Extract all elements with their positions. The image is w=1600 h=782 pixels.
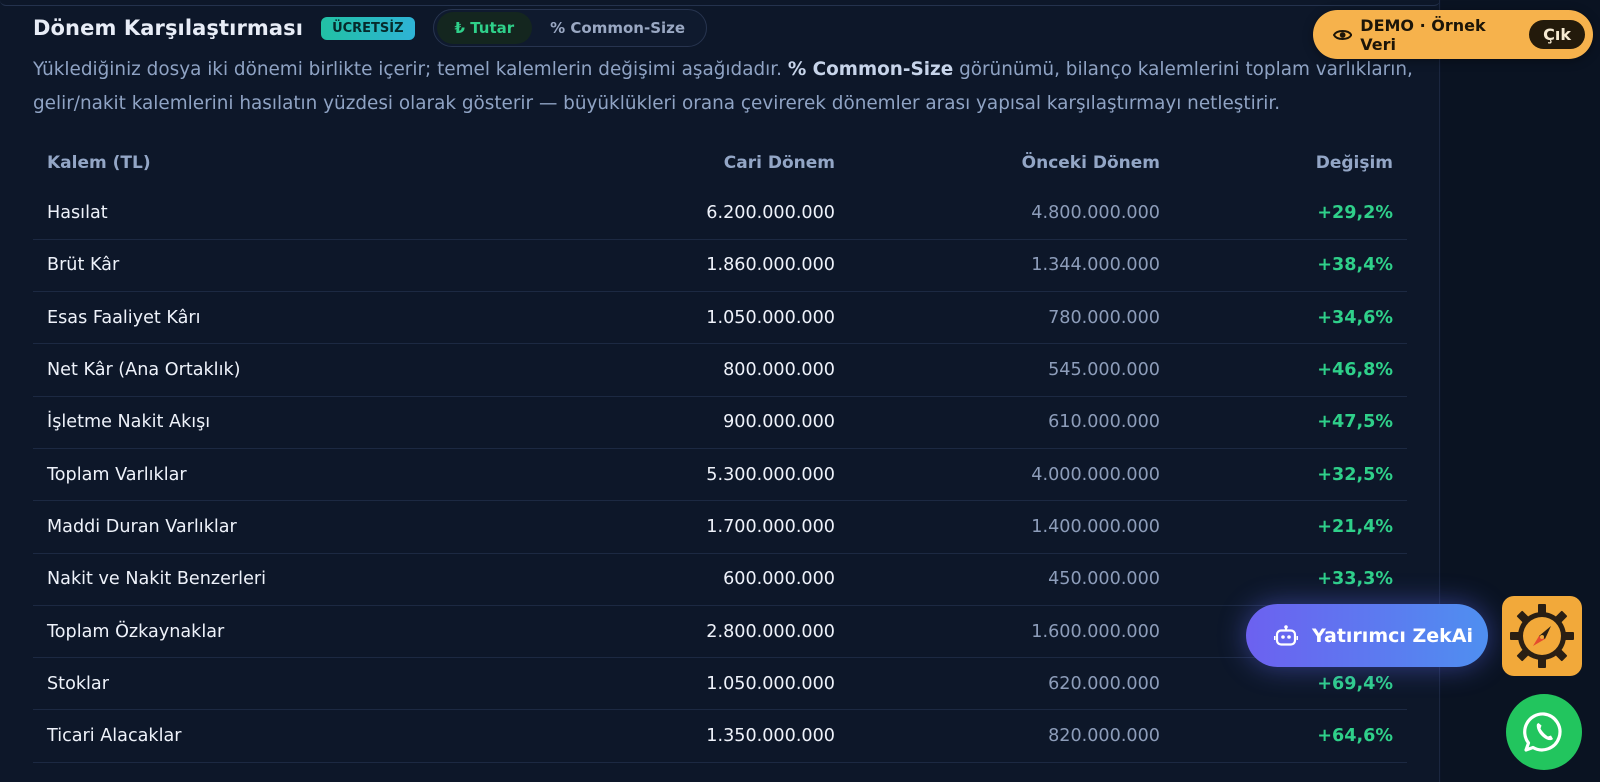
table-row: Nakit ve Nakit Benzerleri 600.000.000 45… [33, 553, 1407, 606]
comparison-table: Kalem (TL) Cari Dönem Önceki Dönem Değiş… [33, 139, 1407, 763]
row-name: Net Kâr (Ana Ortaklık) [33, 343, 463, 397]
row-previous: 610.000.000 [849, 396, 1174, 449]
row-current: 1.050.000.000 [463, 657, 849, 711]
row-change: +46,8% [1174, 343, 1407, 397]
table-row: Hasılat 6.200.000.000 4.800.000.000 +29,… [33, 187, 1407, 240]
row-current: 1.350.000.000 [463, 709, 849, 763]
row-previous: 450.000.000 [849, 553, 1174, 606]
table-row: İşletme Nakit Akışı 900.000.000 610.000.… [33, 396, 1407, 449]
row-change: +21,4% [1174, 500, 1407, 554]
row-current: 5.300.000.000 [463, 448, 849, 502]
robot-icon [1274, 624, 1298, 646]
intro-bold: % Common-Size [787, 59, 954, 80]
row-name: Esas Faaliyet Kârı [33, 291, 463, 345]
table-row: Toplam Özkaynaklar 2.800.000.000 1.600.0… [33, 605, 1407, 659]
table-header-row: Kalem (TL) Cari Dönem Önceki Dönem Değiş… [33, 139, 1407, 187]
row-previous: 1.344.000.000 [849, 239, 1174, 293]
row-previous: 820.000.000 [849, 709, 1174, 763]
main-panel: Dönem Karşılaştırması ÜCRETSİZ ₺ Tutar %… [0, 0, 1440, 782]
row-current: 1.050.000.000 [463, 291, 849, 345]
free-badge: ÜCRETSİZ [321, 16, 415, 40]
whatsapp-icon [1523, 712, 1562, 752]
row-current: 2.800.000.000 [463, 605, 849, 659]
header-item: Kalem (TL) [47, 153, 151, 173]
row-change: +64,6% [1174, 709, 1407, 763]
row-previous: 1.600.000.000 [849, 605, 1174, 659]
toggle-amount-button[interactable]: ₺ Tutar [436, 12, 533, 44]
row-name: Toplam Özkaynaklar [33, 605, 463, 659]
row-current: 900.000.000 [463, 396, 849, 449]
table-row: Net Kâr (Ana Ortaklık) 800.000.000 545.0… [33, 343, 1407, 397]
page-title: Dönem Karşılaştırması [33, 16, 304, 40]
row-current: 800.000.000 [463, 343, 849, 397]
row-name: Brüt Kâr [33, 239, 463, 293]
row-previous: 1.400.000.000 [849, 500, 1174, 554]
row-name: Maddi Duran Varlıklar [33, 500, 463, 554]
intro-part1: Yüklediğiniz dosya iki dönemi birlikte i… [33, 59, 788, 80]
row-change: +29,2% [1174, 187, 1407, 240]
row-previous: 620.000.000 [849, 657, 1174, 711]
header-previous: Önceki Dönem [1021, 153, 1160, 173]
header-change: Değişim [1315, 153, 1393, 173]
row-change: +47,5% [1174, 396, 1407, 449]
row-change: +34,6% [1174, 291, 1407, 345]
header-current: Cari Dönem [723, 153, 835, 173]
row-change: +33,3% [1174, 553, 1407, 606]
intro-text: Yüklediğiniz dosya iki dönemi birlikte i… [33, 53, 1413, 121]
row-previous: 4.800.000.000 [849, 187, 1174, 240]
assistant-label: Yatırımcı ZekAi [1312, 624, 1474, 647]
eye-icon [1333, 29, 1353, 40]
row-previous: 780.000.000 [849, 291, 1174, 345]
row-change: +38,4% [1174, 239, 1407, 293]
row-name: Hasılat [33, 187, 463, 240]
row-current: 6.200.000.000 [463, 187, 849, 240]
view-toggle: ₺ Tutar % Common-Size [432, 9, 708, 47]
row-previous: 545.000.000 [849, 343, 1174, 397]
row-change: +32,5% [1174, 448, 1407, 502]
top-divider [0, 0, 1440, 6]
demo-mode-pill: DEMO · Örnek Veri Çık [1313, 10, 1593, 59]
row-previous: 4.000.000.000 [849, 448, 1174, 502]
row-name: İşletme Nakit Akışı [33, 396, 463, 449]
table-row: Stoklar 1.050.000.000 620.000.000 +69,4% [33, 657, 1407, 711]
whatsapp-button[interactable] [1506, 694, 1582, 770]
row-current: 1.700.000.000 [463, 500, 849, 554]
row-name: Nakit ve Nakit Benzerleri [33, 553, 463, 606]
toggle-common-size-button[interactable]: % Common-Size [532, 12, 703, 44]
table-row: Toplam Varlıklar 5.300.000.000 4.000.000… [33, 448, 1407, 502]
section-header: Dönem Karşılaştırması ÜCRETSİZ ₺ Tutar %… [33, 8, 708, 48]
row-current: 1.860.000.000 [463, 239, 849, 293]
assistant-button[interactable]: Yatırımcı ZekAi [1246, 604, 1488, 667]
row-name: Stoklar [33, 657, 463, 711]
table-row: Brüt Kâr 1.860.000.000 1.344.000.000 +38… [33, 239, 1407, 293]
table-row: Maddi Duran Varlıklar 1.700.000.000 1.40… [33, 500, 1407, 554]
exit-demo-button[interactable]: Çık [1529, 20, 1585, 49]
compass-gear-button[interactable] [1502, 596, 1582, 676]
row-name: Ticari Alacaklar [33, 709, 463, 763]
compass-gear-icon [1510, 604, 1574, 668]
row-current: 600.000.000 [463, 553, 849, 606]
table-row: Ticari Alacaklar 1.350.000.000 820.000.0… [33, 709, 1407, 763]
table-row: Esas Faaliyet Kârı 1.050.000.000 780.000… [33, 291, 1407, 345]
row-name: Toplam Varlıklar [33, 448, 463, 502]
demo-label: DEMO · Örnek Veri [1360, 15, 1486, 54]
